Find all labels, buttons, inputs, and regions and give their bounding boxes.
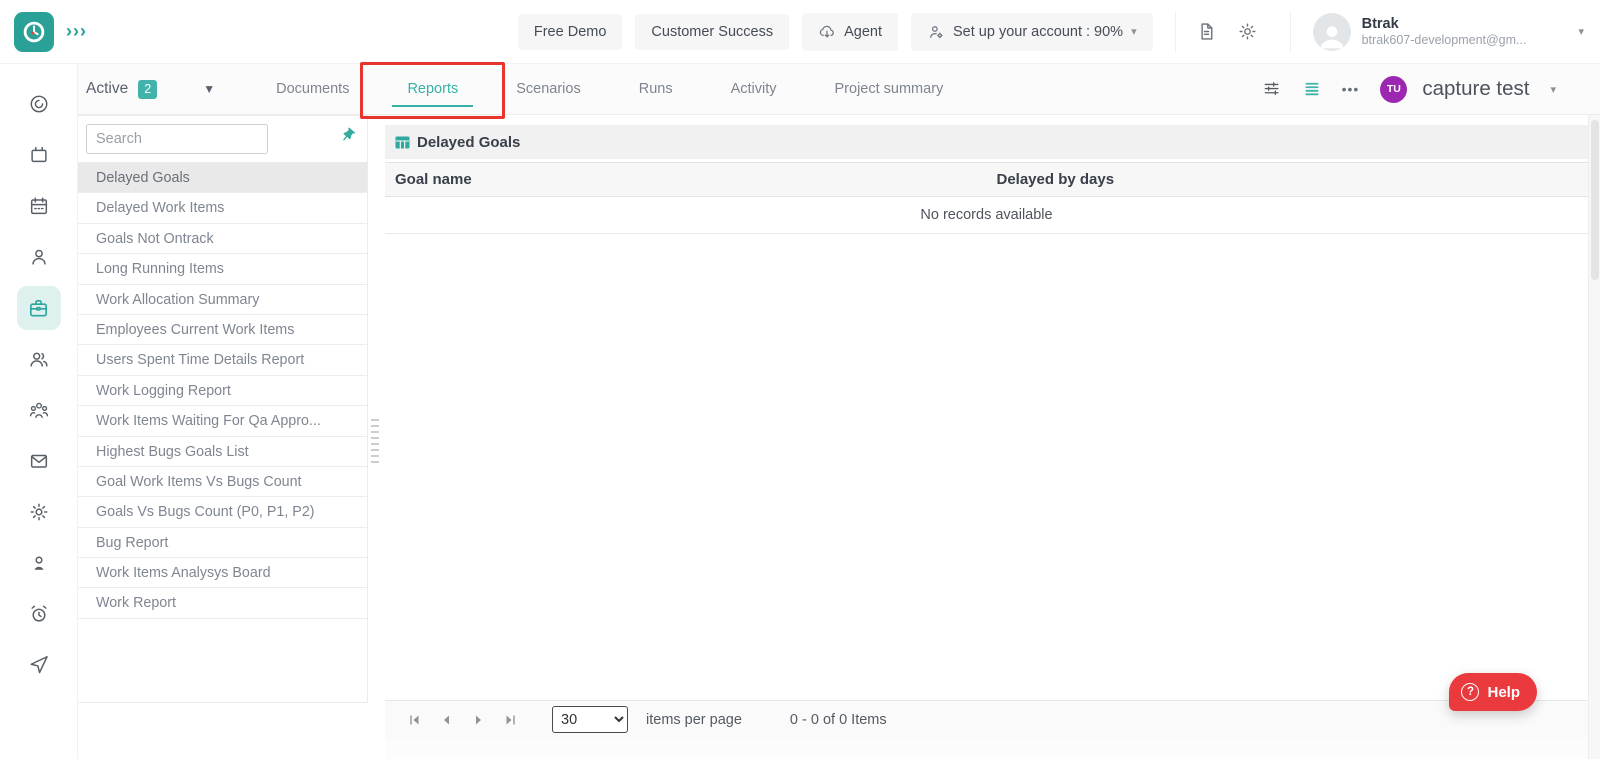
topbar-divider	[1290, 12, 1291, 52]
search-input[interactable]	[86, 124, 268, 154]
project-tab-bar: Active 2 ▼ Documents Reports Scenarios R…	[78, 64, 1600, 115]
pagination-bar: 30 items per page 0 - 0 of 0 Items	[385, 700, 1588, 738]
account-setup-button[interactable]: Set up your account : 90% ▾	[911, 13, 1153, 51]
chevron-down-icon: ▼	[203, 82, 215, 96]
report-item-employees-current-work-items[interactable]: Employees Current Work Items	[78, 315, 367, 345]
reports-panel-header	[78, 116, 367, 162]
tab-runs[interactable]: Runs	[610, 64, 702, 114]
user-email: btrak607-development@gm...	[1362, 33, 1527, 49]
tabbar-actions: ••• TU capture test ▾	[1262, 76, 1556, 103]
chevron-down-icon[interactable]: ▾	[1578, 25, 1584, 38]
report-item-highest-bugs-goals-list[interactable]: Highest Bugs Goals List	[78, 437, 367, 467]
previous-page-icon[interactable]	[430, 714, 462, 726]
report-item-goal-work-items-vs-bugs[interactable]: Goal Work Items Vs Bugs Count	[78, 467, 367, 497]
agent-button[interactable]: Agent	[802, 13, 898, 51]
settings-gear-icon[interactable]	[1227, 13, 1268, 50]
tv-icon[interactable]	[17, 133, 61, 177]
panel-resize-handle[interactable]	[371, 419, 379, 465]
chevron-down-icon[interactable]: ▾	[1550, 83, 1556, 96]
items-range-label: 0 - 0 of 0 Items	[790, 712, 887, 728]
disc-icon[interactable]	[17, 82, 61, 126]
report-item-bug-report[interactable]: Bug Report	[78, 528, 367, 558]
cloud-download-icon	[818, 23, 836, 41]
topbar-divider	[1175, 12, 1176, 52]
users-icon[interactable]	[17, 337, 61, 381]
first-page-icon[interactable]	[398, 714, 430, 726]
filter-sliders-icon[interactable]	[1262, 79, 1282, 99]
last-page-icon[interactable]	[494, 714, 526, 726]
user-icon[interactable]	[17, 235, 61, 279]
table-icon	[395, 136, 410, 149]
column-header-goal-name[interactable]: Goal name	[385, 171, 987, 188]
project-avatar[interactable]: TU	[1380, 76, 1407, 103]
question-mark-icon: ?	[1461, 683, 1479, 701]
report-view: Delayed Goals Goal name Delayed by days …	[385, 115, 1588, 759]
team-icon[interactable]	[17, 388, 61, 432]
more-options-icon[interactable]: •••	[1342, 81, 1360, 97]
report-item-work-allocation-summary[interactable]: Work Allocation Summary	[78, 285, 367, 315]
report-title: Delayed Goals	[417, 134, 520, 151]
user-info[interactable]: Btrak btrak607-development@gm...	[1362, 15, 1527, 49]
briefcase-icon[interactable]	[17, 286, 61, 330]
active-filter-label: Active	[86, 80, 128, 98]
scrollbar-thumb[interactable]	[1591, 120, 1599, 280]
vertical-scrollbar[interactable]	[1588, 115, 1600, 759]
tab-activity[interactable]: Activity	[702, 64, 806, 114]
report-item-work-report[interactable]: Work Report	[78, 588, 367, 618]
tab-project-summary[interactable]: Project summary	[806, 64, 973, 114]
report-item-work-logging-report[interactable]: Work Logging Report	[78, 376, 367, 406]
mail-icon[interactable]	[17, 439, 61, 483]
project-name[interactable]: capture test	[1422, 77, 1529, 101]
document-icon[interactable]	[1186, 13, 1227, 50]
table-header-row: Goal name Delayed by days	[385, 162, 1588, 197]
tab-scenarios[interactable]: Scenarios	[487, 64, 609, 114]
expand-sidebar-icon[interactable]: ›››	[66, 21, 87, 42]
send-icon[interactable]	[17, 643, 61, 687]
report-item-goals-not-ontrack[interactable]: Goals Not Ontrack	[78, 224, 367, 254]
user-avatar[interactable]	[1313, 13, 1351, 51]
report-item-long-running-items[interactable]: Long Running Items	[78, 254, 367, 284]
free-demo-button[interactable]: Free Demo	[518, 14, 623, 50]
gear-icon[interactable]	[17, 490, 61, 534]
top-bar: ››› Free Demo Customer Success Agent Set…	[0, 0, 1600, 64]
chevron-down-icon: ▾	[1131, 25, 1137, 38]
tab-strip: Documents Reports Scenarios Runs Activit…	[247, 64, 972, 114]
help-button[interactable]: ? Help	[1449, 673, 1537, 711]
pin-icon[interactable]	[336, 124, 360, 148]
reports-list-panel: Delayed Goals Delayed Work Items Goals N…	[78, 115, 368, 703]
items-per-page-label: items per page	[646, 712, 742, 728]
report-item-users-spent-time-details[interactable]: Users Spent Time Details Report	[78, 345, 367, 375]
alarm-icon[interactable]	[17, 592, 61, 636]
person-silhouette-icon	[1315, 19, 1349, 51]
app-sidebar	[0, 64, 78, 759]
active-count-badge: 2	[138, 80, 157, 99]
empty-state-row: No records available	[385, 197, 1588, 234]
user-setup-icon	[927, 23, 945, 41]
person-icon[interactable]	[17, 541, 61, 585]
customer-success-button[interactable]: Customer Success	[635, 14, 789, 50]
footer-strip	[385, 738, 1588, 759]
column-header-delayed-by-days[interactable]: Delayed by days	[987, 171, 1589, 188]
report-item-work-items-analysys-board[interactable]: Work Items Analysys Board	[78, 558, 367, 588]
next-page-icon[interactable]	[462, 714, 494, 726]
report-item-delayed-goals[interactable]: Delayed Goals	[78, 163, 367, 193]
tab-reports[interactable]: Reports	[378, 64, 487, 114]
page-size-select[interactable]: 30	[552, 706, 628, 733]
reports-list: Delayed Goals Delayed Work Items Goals N…	[78, 162, 367, 619]
report-item-delayed-work-items[interactable]: Delayed Work Items	[78, 193, 367, 223]
help-label: Help	[1487, 684, 1520, 701]
app-logo[interactable]	[14, 12, 54, 52]
report-title-band: Delayed Goals	[385, 125, 1588, 159]
list-view-icon[interactable]	[1303, 80, 1321, 98]
user-name: Btrak	[1362, 15, 1527, 33]
report-item-goals-vs-bugs-count[interactable]: Goals Vs Bugs Count (P0, P1, P2)	[78, 497, 367, 527]
tab-documents[interactable]: Documents	[247, 64, 378, 114]
clock-logo-icon	[21, 19, 47, 45]
calendar-icon[interactable]	[17, 184, 61, 228]
report-item-work-items-waiting-qa[interactable]: Work Items Waiting For Qa Appro...	[78, 406, 367, 436]
active-filter-dropdown[interactable]: Active 2 ▼	[86, 80, 215, 99]
